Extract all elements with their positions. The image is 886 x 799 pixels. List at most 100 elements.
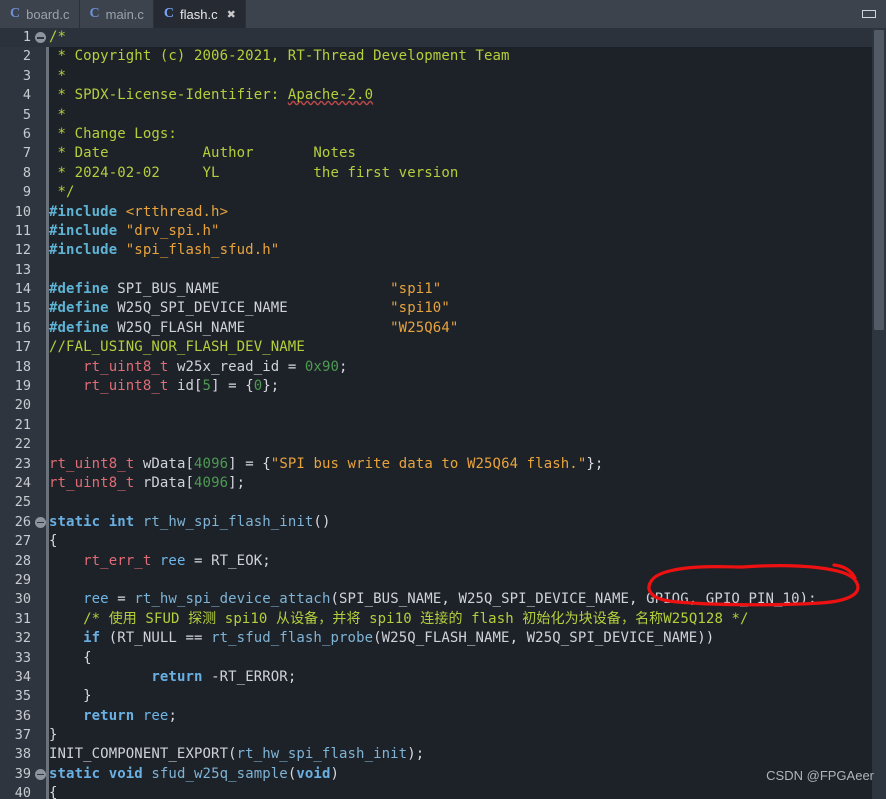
code-line[interactable]: 11 #include "drv_spi.h": [0, 222, 886, 241]
code-text: }: [83, 688, 92, 705]
code-line[interactable]: 12 #include "spi_flash_sfud.h": [0, 241, 886, 260]
code-text: #include "spi_flash_sfud.h": [49, 242, 280, 259]
code-text: ree = rt_hw_spi_device_attach(SPI_BUS_NA…: [83, 591, 817, 608]
code-line[interactable]: 31 /* 使用 SFUD 探测 spi10 从设备，并将 spi10 连接的 …: [0, 610, 886, 629]
code-text: INIT_COMPONENT_EXPORT(rt_hw_spi_flash_in…: [49, 746, 425, 763]
scrollbar-thumb[interactable]: [874, 30, 884, 330]
c-file-icon: C: [10, 6, 21, 21]
code-text: * Copyright (c) 2006-2021, RT-Thread Dev…: [49, 48, 510, 65]
line-number: 19: [14, 378, 31, 395]
code-line[interactable]: 35 }: [0, 687, 886, 706]
code-line[interactable]: 38 INIT_COMPONENT_EXPORT(rt_hw_spi_flash_…: [0, 745, 886, 764]
code-text: static int rt_hw_spi_flash_init(): [49, 513, 331, 530]
ide-window: C board.c C main.c C flash.c ✖ 1 /* 2 * Co…: [0, 0, 886, 799]
c-file-icon: C: [89, 6, 100, 21]
code-text: {: [83, 649, 92, 666]
code-text: rt_uint8_t id[5] = {0};: [83, 378, 280, 395]
code-line[interactable]: 26 static int rt_hw_spi_flash_init(): [0, 513, 886, 532]
code-line[interactable]: 14 #define SPI_BUS_NAME "spi1": [0, 280, 886, 299]
code-editor[interactable]: 1 /* 2 * Copyright (c) 2006-2021, RT-Threa…: [0, 28, 886, 799]
code-text: #define W25Q_FLASH_NAME "W25Q64": [49, 319, 459, 336]
code-line[interactable]: 25: [0, 493, 886, 512]
tab-board-c[interactable]: C board.c: [0, 0, 80, 28]
code-line[interactable]: 5 *: [0, 106, 886, 125]
line-number: 38: [14, 746, 31, 763]
code-line[interactable]: 18 rt_uint8_t w25x_read_id = 0x90;: [0, 358, 886, 377]
line-number: 14: [14, 281, 31, 298]
line-number: 9: [22, 184, 31, 201]
code-line[interactable]: 1 /*: [0, 28, 886, 48]
code-line[interactable]: 34 return -RT_ERROR;: [0, 668, 886, 687]
code-text: /*: [49, 29, 67, 45]
line-number: 37: [14, 727, 31, 744]
code-line[interactable]: 10 #include <rtthread.h>: [0, 203, 886, 222]
code-line[interactable]: 9 */: [0, 183, 886, 202]
fold-toggle-icon[interactable]: [35, 516, 46, 528]
tab-main-c[interactable]: C main.c: [80, 0, 154, 28]
fold-toggle-icon[interactable]: [35, 768, 46, 780]
code-text: *: [49, 67, 67, 84]
code-lines[interactable]: 1 /* 2 * Copyright (c) 2006-2021, RT-Threa…: [0, 28, 886, 799]
close-icon[interactable]: ✖: [227, 8, 236, 21]
editor-tab-bar: C board.c C main.c C flash.c ✖: [0, 0, 886, 28]
code-line[interactable]: 21: [0, 416, 886, 435]
code-text: return ree;: [83, 707, 177, 724]
line-number: 36: [14, 707, 31, 724]
line-number: 20: [14, 397, 31, 414]
line-number: 13: [14, 261, 31, 278]
code-line[interactable]: 4 * SPDX-License-Identifier: Apache-2.0: [0, 86, 886, 105]
code-line[interactable]: 29: [0, 571, 886, 590]
code-line[interactable]: 24 rt_uint8_t rData[4096];: [0, 474, 886, 493]
code-text: #define W25Q_SPI_DEVICE_NAME "spi10": [49, 300, 450, 317]
code-line[interactable]: 28 rt_err_t ree = RT_EOK;: [0, 552, 886, 571]
code-line[interactable]: 22: [0, 435, 886, 454]
code-line[interactable]: 13: [0, 261, 886, 280]
code-line[interactable]: 16 #define W25Q_FLASH_NAME "W25Q64": [0, 319, 886, 338]
code-text: }: [49, 727, 58, 744]
code-text: rt_uint8_t wData[4096] = {"SPI bus write…: [49, 455, 604, 472]
code-line[interactable]: 23 rt_uint8_t wData[4096] = {"SPI bus wri…: [0, 455, 886, 474]
tab-label: flash.c: [180, 6, 218, 22]
line-number: 25: [14, 494, 31, 511]
code-line[interactable]: 20: [0, 396, 886, 415]
code-text: //FAL_USING_NOR_FLASH_DEV_NAME: [49, 339, 305, 356]
code-text: #include "drv_spi.h": [49, 222, 220, 239]
code-line[interactable]: 2 * Copyright (c) 2006-2021, RT-Thread D…: [0, 47, 886, 66]
minimize-icon: [862, 10, 876, 18]
code-line[interactable]: 19 rt_uint8_t id[5] = {0};: [0, 377, 886, 396]
tab-label: board.c: [26, 6, 70, 22]
code-line[interactable]: 32 if (RT_NULL == rt_sfud_flash_probe(W2…: [0, 629, 886, 648]
line-number: 30: [14, 591, 31, 608]
code-line[interactable]: 6 * Change Logs:: [0, 125, 886, 144]
minimize-button[interactable]: [852, 0, 886, 28]
code-line[interactable]: 37}: [0, 726, 886, 745]
code-line[interactable]: 17 //FAL_USING_NOR_FLASH_DEV_NAME: [0, 338, 886, 357]
code-line[interactable]: 40 {: [0, 784, 886, 799]
code-line[interactable]: 36 return ree;: [0, 707, 886, 726]
code-text: */: [49, 184, 75, 201]
line-number: 8: [22, 164, 31, 181]
line-number: 15: [14, 300, 31, 317]
tab-flash-c[interactable]: C flash.c ✖: [153, 0, 246, 28]
code-line[interactable]: 7 * Date Author Notes: [0, 144, 886, 163]
code-line[interactable]: 8 * 2024-02-02 YL the first version: [0, 164, 886, 183]
fold-toggle-icon[interactable]: [35, 32, 46, 43]
line-number: 2: [22, 48, 31, 65]
line-number: 5: [22, 106, 31, 123]
line-number: 40: [14, 785, 31, 799]
code-line[interactable]: 33 {: [0, 649, 886, 668]
code-text: * SPDX-License-Identifier: Apache-2.0: [49, 87, 374, 104]
vertical-scrollbar[interactable]: [872, 28, 886, 799]
line-number: 33: [14, 649, 31, 666]
line-number: 16: [14, 319, 31, 336]
code-line[interactable]: 27 {: [0, 532, 886, 551]
code-line[interactable]: 15 #define W25Q_SPI_DEVICE_NAME "spi10": [0, 299, 886, 318]
line-number: 22: [14, 436, 31, 453]
code-text: * Change Logs:: [49, 125, 177, 142]
code-line[interactable]: 39 static void sfud_w25q_sample(void): [0, 765, 886, 784]
code-text: rt_uint8_t rData[4096];: [49, 474, 246, 491]
code-line[interactable]: 30 ree = rt_hw_spi_device_attach(SPI_BUS…: [0, 590, 886, 609]
code-line[interactable]: 3 *: [0, 67, 886, 86]
